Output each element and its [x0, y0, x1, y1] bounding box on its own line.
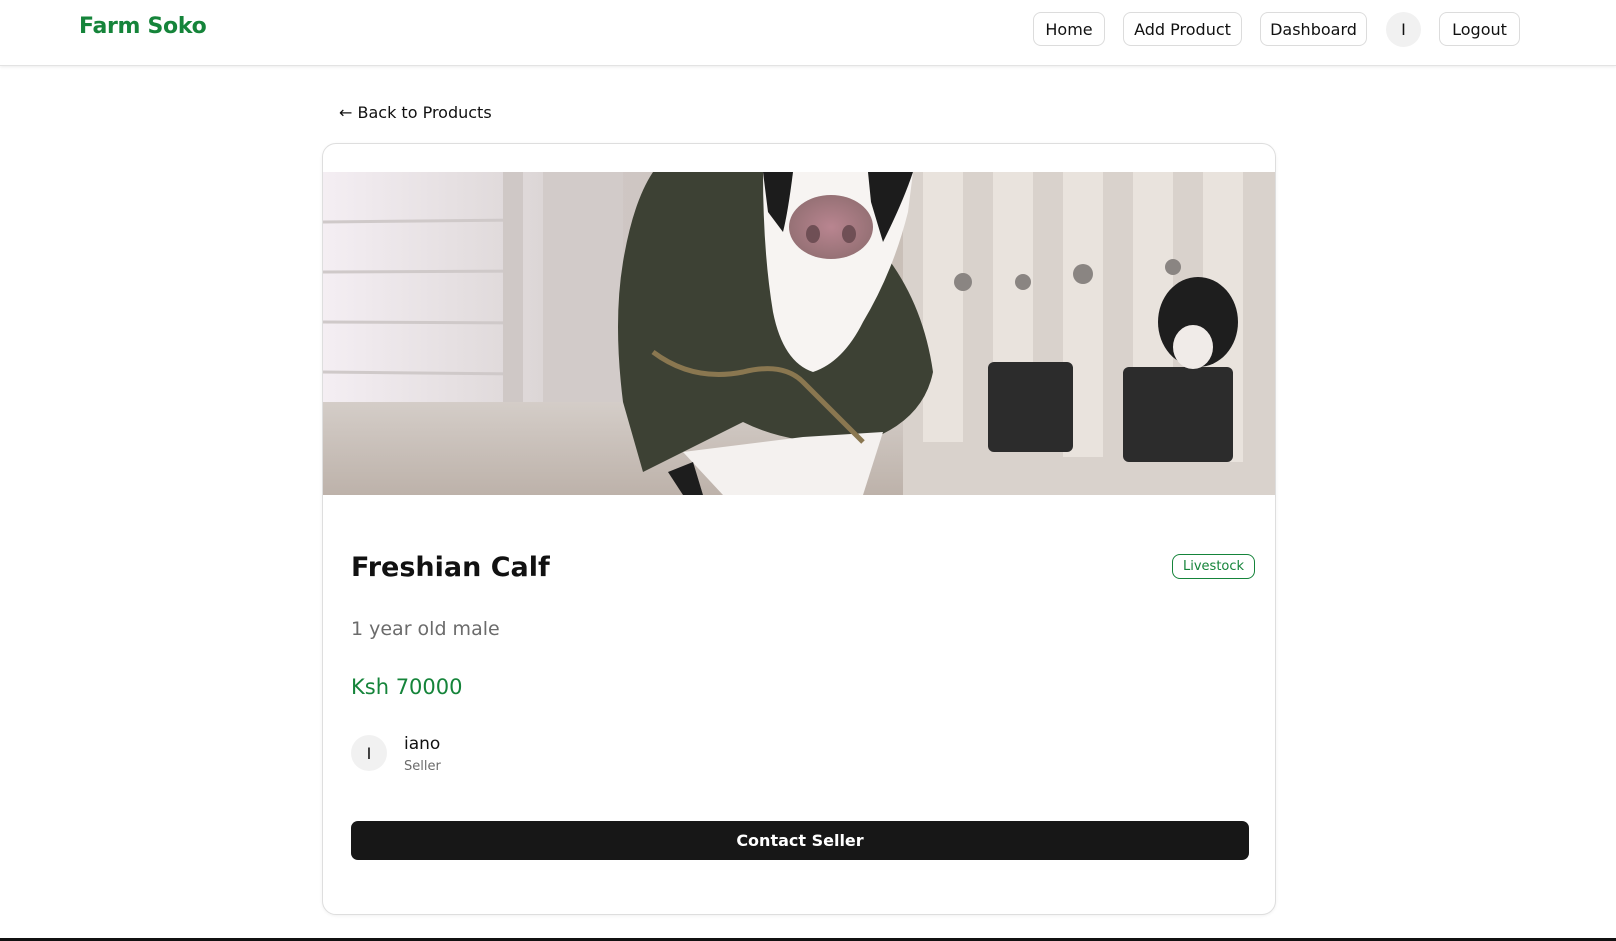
seller-role: Seller [404, 759, 441, 774]
seller-name: iano [404, 734, 441, 754]
product-title: Freshian Calf [351, 552, 550, 583]
product-image [323, 172, 1275, 495]
product-description: 1 year old male [351, 618, 500, 640]
seller-avatar: I [351, 735, 387, 771]
product-card: Freshian Calf Livestock 1 year old male … [322, 143, 1276, 915]
dashboard-button[interactable]: Dashboard [1260, 12, 1367, 46]
home-button[interactable]: Home [1033, 12, 1105, 46]
category-badge: Livestock [1172, 554, 1256, 579]
product-price: Ksh 70000 [351, 675, 463, 699]
top-navbar: Farm Soko Home Add Product Dashboard I L… [0, 0, 1616, 66]
user-avatar[interactable]: I [1386, 12, 1421, 47]
logout-button[interactable]: Logout [1439, 12, 1520, 46]
calf-photo [323, 172, 1275, 495]
contact-seller-button[interactable]: Contact Seller [351, 821, 1249, 860]
brand-logo[interactable]: Farm Soko [79, 14, 207, 39]
back-to-products-link[interactable]: ← Back to Products [339, 103, 492, 122]
add-product-button[interactable]: Add Product [1123, 12, 1242, 46]
